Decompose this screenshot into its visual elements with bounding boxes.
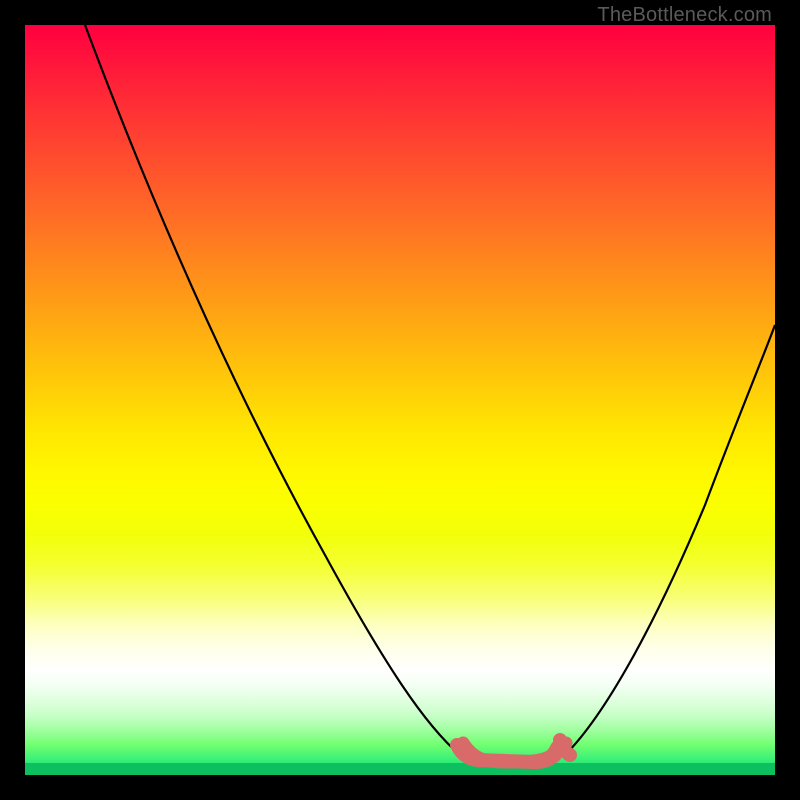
chart-stage: TheBottleneck.com bbox=[0, 0, 800, 800]
flat-bottom-marker-main bbox=[463, 743, 557, 762]
curve-right bbox=[565, 325, 775, 755]
chart-curves bbox=[25, 25, 775, 775]
curve-left bbox=[85, 25, 460, 755]
watermark-label: TheBottleneck.com bbox=[597, 4, 772, 27]
chart-plot-area bbox=[25, 25, 775, 775]
flat-bottom-dot bbox=[560, 737, 573, 750]
